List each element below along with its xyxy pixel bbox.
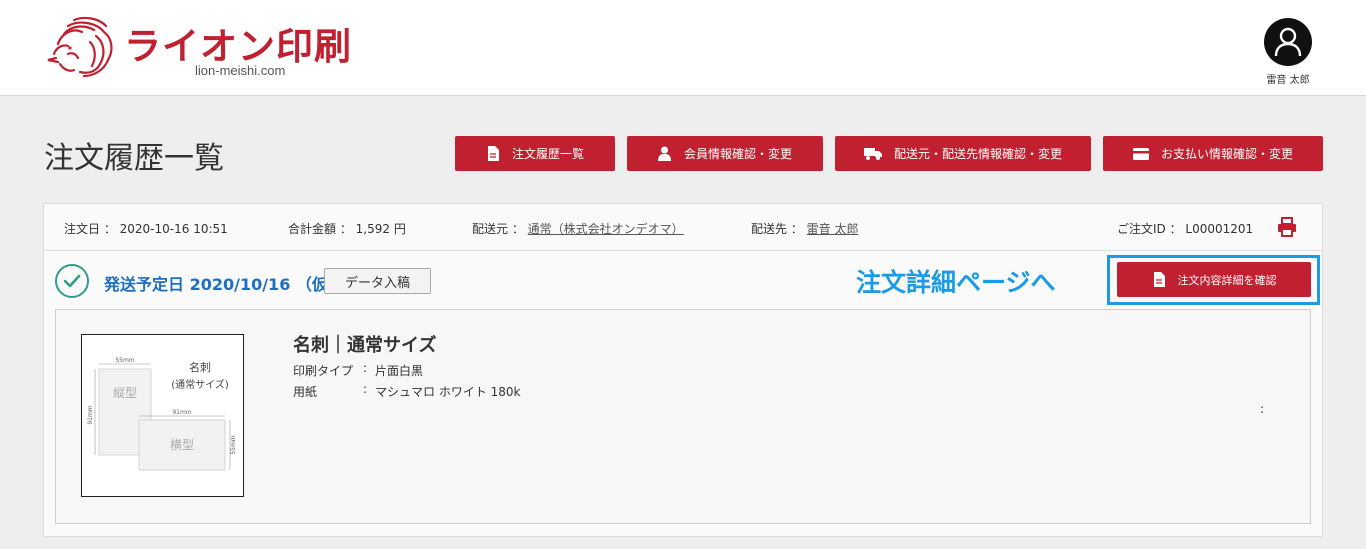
spec-separator: :: [363, 382, 368, 396]
order-total-label: 合計金額: [288, 222, 337, 236]
spec-value: 片面白黒: [375, 364, 424, 378]
order-sender-label: 配送元: [472, 222, 509, 236]
order-history-button-label: 注文履歴一覧: [511, 147, 584, 161]
portrait-label: 縦型: [113, 386, 137, 400]
member-info-button-label: 会員情報確認・変更: [683, 147, 792, 161]
order-item: 55mm 91mm 縦型 91mm 55mm 横型 名刺 (通常サイズ) 名刺｜…: [55, 309, 1311, 524]
order-total: 合計金額 ： 1,592 円: [288, 222, 406, 236]
print-icon[interactable]: [1277, 217, 1297, 237]
brand-name: ライオン印刷: [124, 25, 352, 68]
member-info-button[interactable]: 会員情報確認・変更: [627, 136, 823, 171]
order-detail-annotation: 注文詳細ページへ: [856, 268, 1056, 297]
product-thumbnail: 55mm 91mm 縦型 91mm 55mm 横型 名刺 (通常サイズ): [81, 334, 244, 497]
order-detail-button-label: 注文内容詳細を確認: [1177, 273, 1277, 287]
order-total-value: 1,592 円: [355, 222, 406, 236]
user-menu[interactable]: 雷音 太郎: [1256, 18, 1320, 88]
user-icon: [1274, 27, 1302, 57]
spec-value: マシュマロ ホワイト 180k: [375, 385, 521, 399]
truck-icon: [863, 146, 882, 162]
order-id: ご注文ID ： L00001201: [1117, 222, 1254, 236]
ship-date-status: 発送予定日 2020/10/16 （仮）: [104, 275, 344, 294]
stray-colon: :: [1260, 402, 1265, 416]
payment-info-button-label: お支払い情報確認・変更: [1160, 147, 1293, 161]
dim-label: 55mm: [230, 435, 237, 454]
avatar[interactable]: [1264, 18, 1312, 66]
order-meta-bar: 注文日 ： 2020-10-16 10:51 合計金額 ： 1,592 円 配送…: [44, 204, 1322, 251]
credit-card-icon: [1132, 146, 1149, 162]
document-icon: [486, 146, 500, 162]
spec-separator: :: [363, 361, 368, 375]
payment-info-button[interactable]: お支払い情報確認・変更: [1103, 136, 1323, 171]
order-sender: 配送元 ： 通常（株式会社オンデオマ）: [472, 222, 684, 236]
user-name: 雷音 太郎: [1266, 75, 1310, 86]
shipping-info-button[interactable]: 配送元・配送先情報確認・変更: [835, 136, 1091, 171]
page-title: 注文履歴一覧: [44, 141, 224, 176]
spec-label: 印刷タイプ: [293, 364, 354, 378]
thumb-subtitle: (通常サイズ): [171, 378, 229, 391]
landscape-label: 横型: [170, 438, 194, 452]
sender-link[interactable]: 通常（株式会社オンデオマ）: [528, 222, 684, 236]
order-history-button[interactable]: 注文履歴一覧: [455, 136, 615, 171]
dim-label: 55mm: [115, 357, 134, 364]
site-header: ライオン印刷 lion-meishi.com 雷音 太郎: [0, 0, 1366, 96]
recipient-link[interactable]: 雷音 太郎: [807, 222, 859, 236]
dim-label: 91mm: [172, 409, 191, 416]
lion-logo-icon: [47, 16, 113, 78]
order-card: 注文日 ： 2020-10-16 10:51 合計金額 ： 1,592 円 配送…: [43, 203, 1323, 537]
product-name: 名刺｜通常サイズ: [293, 335, 437, 356]
order-date: 注文日 ： 2020-10-16 10:51: [64, 222, 228, 236]
brand-domain: lion-meishi.com: [195, 63, 286, 78]
spec-label: 用紙: [293, 385, 318, 399]
check-circle-icon: [55, 264, 89, 298]
order-date-label: 注文日: [64, 222, 101, 236]
business-card-size-diagram: 55mm 91mm 縦型 91mm 55mm 横型 名刺 (通常サイズ): [87, 357, 237, 471]
order-detail-button[interactable]: 注文内容詳細を確認: [1117, 262, 1311, 297]
order-id-value: L00001201: [1185, 222, 1254, 236]
shipping-info-button-label: 配送元・配送先情報確認・変更: [893, 147, 1062, 161]
document-icon: [1152, 272, 1166, 288]
spec-print-type: 印刷タイプ: 片面白黒: [293, 361, 424, 379]
thumb-title: 名刺: [189, 360, 211, 374]
dim-label: 91mm: [87, 405, 94, 424]
order-status-row: 発送予定日 2020/10/16 （仮） データ入稿 注文詳細ページへ 注文内容…: [44, 251, 1322, 311]
data-upload-button[interactable]: データ入稿: [324, 268, 431, 294]
order-date-value: 2020-10-16 10:51: [119, 222, 228, 236]
spec-paper: 用紙: マシュマロ ホワイト 180k: [293, 382, 521, 400]
person-icon: [658, 146, 672, 162]
order-recipient: 配送先 ： 雷音 太郎: [751, 222, 859, 236]
order-id-label: ご注文ID: [1117, 222, 1166, 236]
brand-logo[interactable]: ライオン印刷 lion-meishi.com: [44, 14, 364, 84]
order-recipient-label: 配送先: [751, 222, 788, 236]
